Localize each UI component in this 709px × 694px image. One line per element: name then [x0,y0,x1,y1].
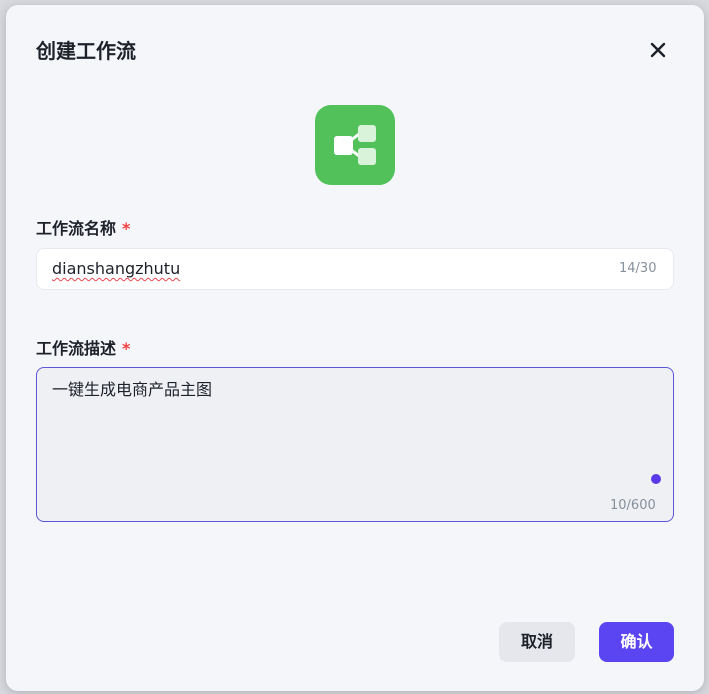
confirm-button[interactable]: 确认 [599,622,674,662]
cancel-button[interactable]: 取消 [499,622,575,662]
workflow-icon [315,105,395,185]
workflow-description-textarea[interactable]: 一键生成电商产品主图 10/600 [36,367,674,522]
workflow-description-counter: 10/600 [610,498,656,513]
workflow-name-input[interactable]: dianshangzhutu 14/30 [36,248,674,290]
create-workflow-dialog: 创建工作流 工作流名称 * dianshangzhutu 14/30 工作流描述 *… [6,5,704,691]
workflow-name-value: dianshangzhutu [52,259,181,278]
workflow-name-label: 工作流名称 * [36,219,130,239]
required-mark: * [122,339,131,358]
workflow-name-label-text: 工作流名称 [36,219,117,238]
dialog-title: 创建工作流 [36,39,136,63]
workflow-name-counter: 14/30 [619,261,657,276]
close-icon[interactable] [646,38,670,62]
workflow-description-value: 一键生成电商产品主图 [52,380,213,399]
workflow-description-label-text: 工作流描述 [36,339,117,358]
required-mark: * [122,219,131,238]
resize-handle[interactable] [651,474,661,484]
workflow-description-label: 工作流描述 * [36,339,130,359]
